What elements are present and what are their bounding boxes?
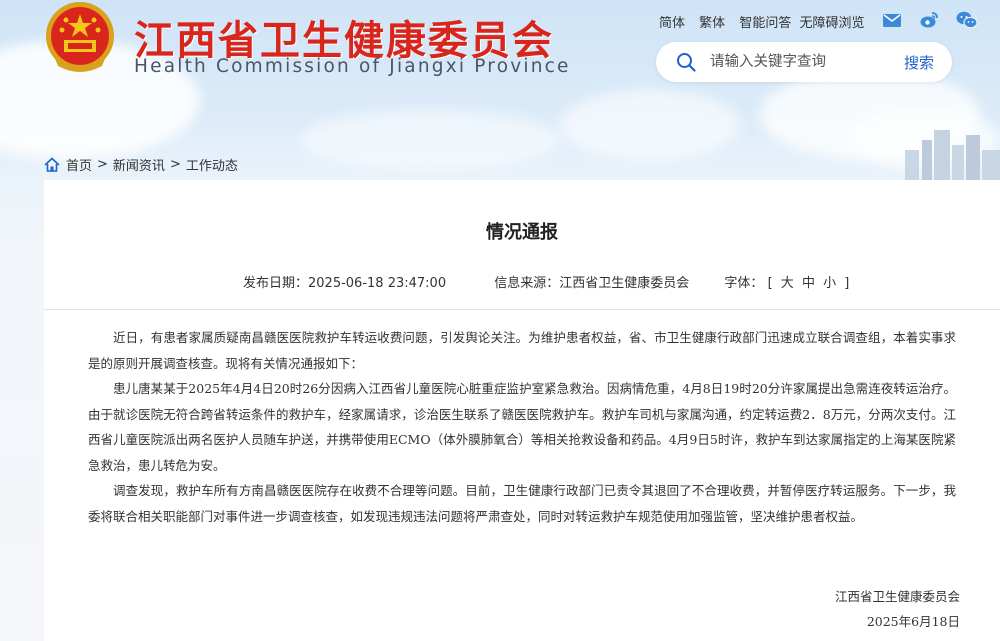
breadcrumb-separator: > (97, 157, 108, 172)
article-body: 近日，有患者家属质疑南昌赣医医院救护车转运收费问题，引发舆论关注。为维护患者权益… (88, 325, 956, 529)
mail-icon[interactable] (882, 10, 902, 30)
font-size-small[interactable]: 小 (823, 276, 838, 291)
link-accessibility[interactable]: 无障碍浏览 (799, 16, 864, 31)
breadcrumb-work-updates[interactable]: 工作动态 (186, 155, 238, 174)
divider (44, 309, 1000, 310)
font-size-label: 字体： (724, 276, 764, 291)
signature-date: 2025年6月18日 (866, 614, 960, 629)
paragraph: 近日，有患者家属质疑南昌赣医医院救护车转运收费问题，引发舆论关注。为维护患者权益… (88, 330, 956, 371)
font-size-large[interactable]: 大 (781, 276, 796, 291)
source-label: 信息来源： (494, 276, 560, 291)
link-smart-qa[interactable]: 智能问答 (739, 16, 791, 31)
article-title: 情况通报 (486, 222, 558, 243)
breadcrumb: 首页 > 新闻资讯 > 工作动态 (44, 155, 238, 174)
search-icon[interactable] (676, 52, 696, 76)
signature-org: 江西省卫生健康委员会 (834, 589, 960, 604)
wechat-icon[interactable] (956, 10, 978, 30)
article-meta: 发布日期：2025-06-18 23:47:00 信息来源：江西省卫生健康委员会… (243, 272, 851, 291)
search-box: 搜索 (656, 42, 952, 82)
weibo-icon[interactable] (919, 10, 939, 30)
link-simplified[interactable]: 简体 (659, 16, 685, 31)
breadcrumb-home[interactable]: 首页 (66, 155, 92, 174)
font-size-medium[interactable]: 中 (802, 276, 817, 291)
link-traditional[interactable]: 繁体 (699, 16, 725, 31)
social-links (882, 10, 978, 30)
source-value: 江西省卫生健康委员会 (559, 276, 690, 291)
national-emblem-logo (40, 0, 120, 78)
publish-date-label: 发布日期： (243, 276, 309, 291)
search-input[interactable] (710, 50, 880, 74)
top-links: 简体 繁体 智能问答 无障碍浏览 (659, 12, 874, 31)
font-bracket-open: [ (767, 276, 775, 291)
paragraph: 调查发现，救护车所有方南昌赣医医院存在收费不合理等问题。目前，卫生健康行政部门已… (88, 483, 956, 524)
paragraph: 患儿唐某某于2025年4月4日20时26分因病入江西省儿童医院心脏重症监护室紧急… (88, 381, 956, 473)
article-card: 情况通报 发布日期：2025-06-18 23:47:00 信息来源：江西省卫生… (44, 180, 1000, 641)
font-bracket-close: ] (844, 276, 852, 291)
publish-date: 2025-06-18 23:47:00 (308, 276, 447, 291)
search-button[interactable]: 搜索 (904, 52, 934, 73)
breadcrumb-separator: > (169, 157, 181, 172)
breadcrumb-news[interactable]: 新闻资讯 (113, 155, 165, 174)
home-icon[interactable] (44, 157, 60, 172)
site-subtitle: Health Commission of Jiangxi Province (134, 56, 571, 77)
font-size-control: [ 大 中 小 ] (768, 276, 852, 291)
